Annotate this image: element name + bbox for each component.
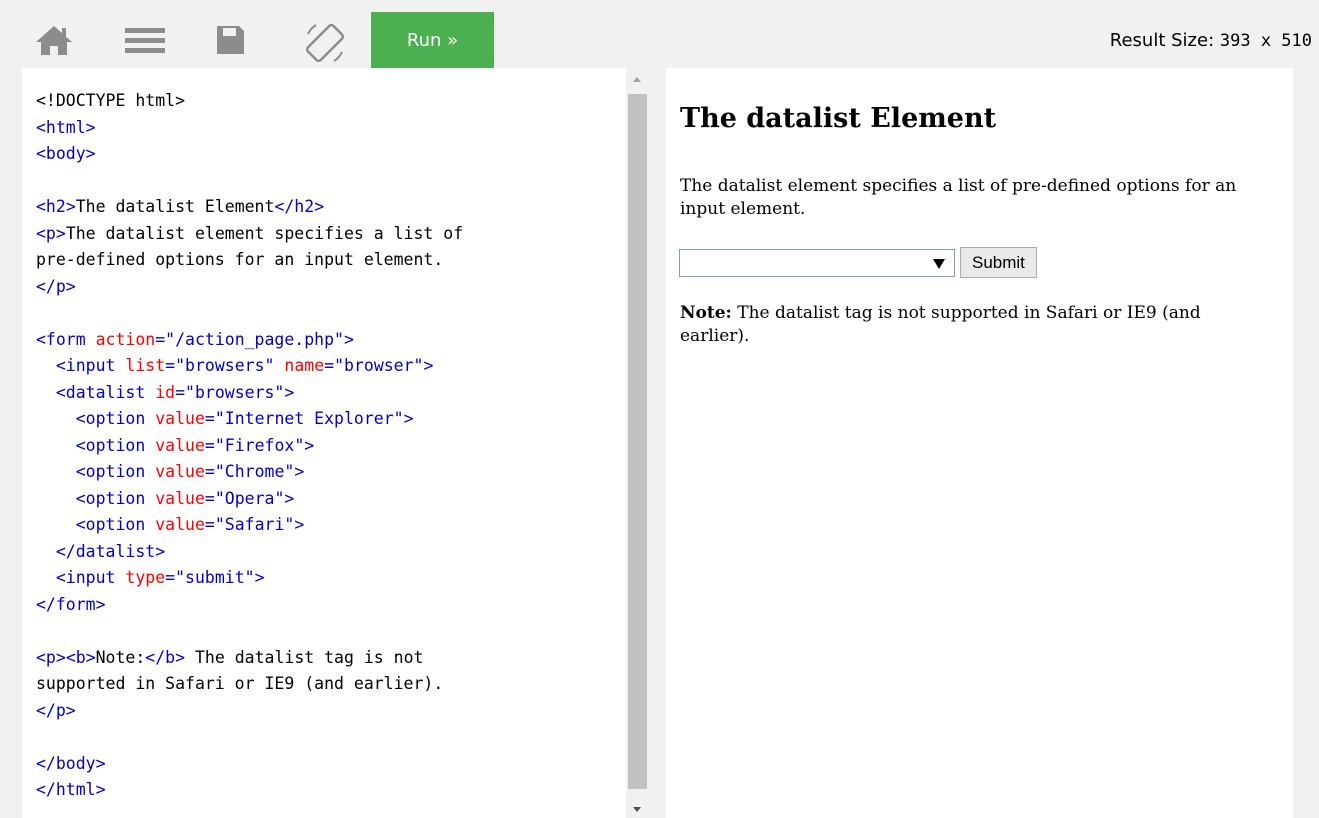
code-line: <!DOCTYPE html>: [36, 91, 186, 110]
code-line: <option value="Safari">: [75, 515, 305, 534]
run-button[interactable]: Run »: [371, 12, 494, 69]
dropdown-arrow-icon[interactable]: [933, 258, 945, 269]
browser-datalist-input[interactable]: [679, 248, 955, 277]
code-line: </body>: [36, 753, 106, 773]
code-line: <input list="browsers" name="browser">: [55, 356, 434, 375]
code-line: <datalist id="browsers">: [55, 382, 295, 402]
editor-scrollbar[interactable]: [626, 68, 649, 818]
code-line: <input type="submit">: [55, 568, 265, 587]
rotate-icon[interactable]: [302, 20, 348, 66]
code-line: <h2>The datalist Element</h2>: [36, 197, 325, 216]
code-line: </p>: [36, 700, 76, 720]
code-line: <form action="/action_page.php">: [36, 329, 354, 349]
code-line: </form>: [36, 594, 106, 614]
code-line: supported in Safari or IE9 (and earlier)…: [36, 674, 444, 693]
code-line: <option value="Firefox">: [75, 435, 315, 455]
menu-icon[interactable]: [125, 22, 165, 58]
home-icon[interactable]: [34, 22, 74, 58]
code-line: <option value="Opera">: [75, 488, 295, 508]
code-line: <p>The datalist element specifies a list…: [36, 223, 464, 243]
result-note: Note: The datalist tag is not supported …: [680, 302, 1275, 348]
code-line: </datalist>: [36, 541, 166, 561]
code-line: </p>: [36, 276, 76, 296]
code-line: <body>: [36, 144, 96, 163]
result-panel: The datalist Element The datalist elemen…: [666, 68, 1293, 818]
code-editor[interactable]: <!DOCTYPE html> <html> <body> <h2>The da…: [22, 68, 626, 818]
note-text: The datalist tag is not supported in Saf…: [680, 303, 1201, 346]
code-text[interactable]: <!DOCTYPE html> <html> <body> <h2>The da…: [36, 88, 463, 804]
result-size-label: Result Size:: [1109, 30, 1215, 51]
scroll-up-arrow-icon[interactable]: [633, 77, 641, 82]
result-paragraph: The datalist element specifies a list of…: [680, 176, 1237, 219]
result-size-value: 393 x 510: [1219, 31, 1312, 51]
toolbar: Run » Result Size: 393 x 510: [0, 0, 1319, 69]
scroll-down-arrow-icon[interactable]: [633, 807, 641, 812]
scrollbar-thumb[interactable]: [628, 94, 647, 789]
submit-button[interactable]: Submit: [960, 247, 1037, 278]
code-line: </html>: [36, 780, 106, 799]
note-label: Note:: [680, 303, 732, 323]
code-line: <option value="Chrome">: [75, 462, 305, 481]
result-heading: The datalist Element: [680, 103, 997, 134]
code-line: <option value="Internet Explorer">: [75, 409, 414, 428]
save-icon[interactable]: [212, 22, 248, 58]
result-size-indicator: Result Size: 393 x 510: [1110, 30, 1312, 51]
code-line: pre-defined options for an input element…: [36, 250, 444, 269]
result-form: Submit: [679, 247, 1037, 278]
code-line: <p><b>Note:</b> The datalist tag is not: [36, 647, 424, 667]
code-line: <html>: [36, 117, 96, 137]
